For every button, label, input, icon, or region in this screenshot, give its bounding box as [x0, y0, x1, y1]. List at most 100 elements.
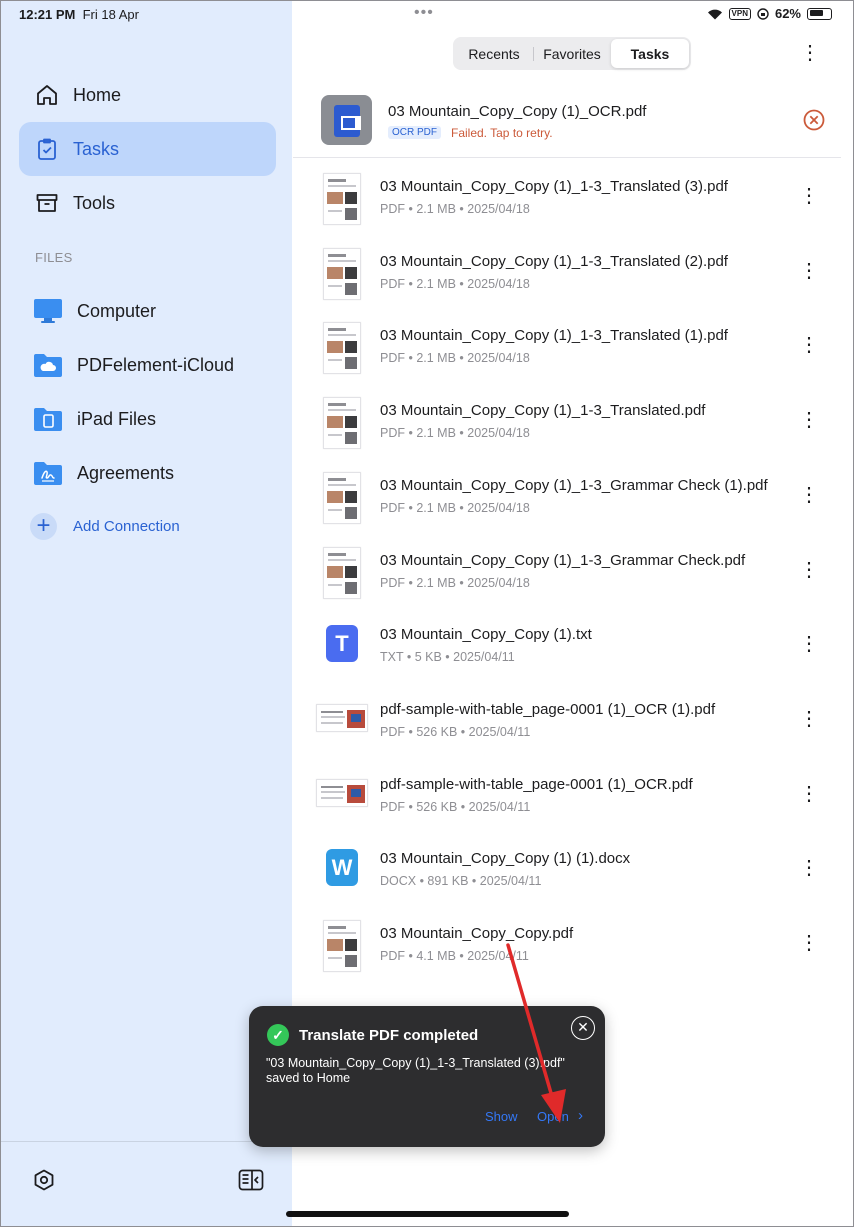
sidebar-item-agreements[interactable]: Agreements: [33, 455, 273, 491]
sidebar-item-label: iPad Files: [77, 409, 157, 429]
plus-icon: +: [30, 513, 57, 540]
more-options-icon[interactable]: ⋮: [799, 332, 819, 358]
more-options-icon[interactable]: ⋮: [799, 781, 819, 807]
file-row[interactable]: T 03 Mountain_Copy_Copy (1).txt TXT • 5 KB…: [293, 613, 841, 687]
tab-favorites[interactable]: Favorites: [533, 39, 611, 68]
file-meta: TXT • 5 KB • 2025/04/11: [380, 650, 515, 664]
file-row[interactable]: 03 Mountain_Copy_Copy.pdf PDF • 4.1 MB • …: [293, 912, 841, 986]
ipad-folder-icon: [34, 408, 62, 431]
sidebar-item-pdfelement-icloud[interactable]: PDFelement-iCloud: [33, 347, 273, 383]
sidebar-item-computer[interactable]: Computer: [33, 293, 273, 329]
file-meta: PDF • 2.1 MB • 2025/04/18: [380, 576, 530, 590]
file-meta: PDF • 526 KB • 2025/04/11: [380, 800, 531, 814]
pdf-thumbnail: [323, 173, 361, 225]
more-options-icon[interactable]: ⋮: [799, 706, 819, 732]
close-icon[interactable]: ✕: [571, 1016, 595, 1040]
more-options-icon[interactable]: ⋮: [799, 855, 819, 881]
show-button[interactable]: Show: [485, 1109, 518, 1124]
add-connection-button[interactable]: + Add Connection: [30, 513, 270, 541]
file-row[interactable]: 03 Mountain_Copy_Copy (1)_1-3_Translated…: [293, 240, 841, 314]
file-name: 03 Mountain_Copy_Copy (1)_1-3_Grammar Ch…: [380, 552, 746, 569]
pdf-thumbnail: [323, 248, 361, 300]
file-row[interactable]: 03 Mountain_Copy_Copy (1)_1-3_Translated…: [293, 389, 841, 463]
multitask-dots-icon[interactable]: •••: [414, 4, 434, 22]
orientation-lock-icon: [757, 7, 769, 20]
pdf-thumbnail: [323, 472, 361, 524]
sidebar-divider: [0, 1141, 292, 1142]
pdf-thumbnail: [323, 397, 361, 449]
wifi-icon: [707, 9, 722, 19]
view-tabs: Recents Favorites Tasks: [453, 37, 691, 70]
file-row[interactable]: W 03 Mountain_Copy_Copy (1) (1).docx DOCX …: [293, 837, 841, 911]
more-options-icon[interactable]: ⋮: [800, 40, 820, 66]
sidebar-item-label: Tools: [73, 192, 116, 213]
file-meta: DOCX • 891 KB • 2025/04/11: [380, 874, 542, 888]
file-meta: PDF • 4.1 MB • 2025/04/11: [380, 949, 529, 963]
file-row[interactable]: 03 Mountain_Copy_Copy (1)_1-3_Translated…: [293, 314, 841, 388]
pdf-thumbnail: [323, 920, 361, 972]
sidebar-item-label: PDFelement-iCloud: [77, 355, 235, 375]
sidebar-item-label: Home: [73, 84, 122, 105]
completion-toast: ✓ Translate PDF completed ✕ "03 Mountain…: [249, 1006, 605, 1147]
more-options-icon[interactable]: ⋮: [799, 930, 819, 956]
file-name: 03 Mountain_Copy_Copy.pdf: [380, 925, 574, 942]
file-name: 03 Mountain_Copy_Copy (1) (1).docx: [380, 850, 631, 867]
file-meta: PDF • 2.1 MB • 2025/04/18: [380, 501, 530, 515]
vpn-badge: VPN: [728, 7, 751, 20]
add-connection-label: Add Connection: [73, 518, 180, 535]
file-meta: PDF • 2.1 MB • 2025/04/18: [380, 202, 530, 216]
file-row[interactable]: 03 Mountain_Copy_Copy (1)_1-3_Grammar Ch…: [293, 464, 841, 538]
sidebar-item-tools[interactable]: Tools: [19, 176, 276, 230]
sidebar-item-label: Computer: [77, 301, 157, 321]
status-bar-right: VPN 62%: [707, 6, 832, 21]
more-options-icon[interactable]: ⋮: [799, 407, 819, 433]
docx-file-icon: W: [326, 849, 358, 886]
checkmark-icon: ✓: [267, 1024, 289, 1046]
more-options-icon[interactable]: ⋮: [799, 631, 819, 657]
file-row[interactable]: pdf-sample-with-table_page-0001 (1)_OCR …: [293, 688, 841, 762]
file-name: 03 Mountain_Copy_Copy (1).txt: [380, 626, 592, 643]
tools-icon: [36, 194, 58, 212]
files-section-header: FILES: [35, 250, 73, 265]
tasks-icon: [38, 138, 56, 160]
monitor-icon: [34, 299, 62, 323]
file-name: 03 Mountain_Copy_Copy (1)_1-3_Translated…: [380, 253, 728, 270]
chevron-right-icon[interactable]: ›: [578, 1107, 583, 1124]
toast-title: Translate PDF completed: [299, 1027, 479, 1044]
file-row[interactable]: 03 Mountain_Copy_Copy (1)_1-3_Grammar Ch…: [293, 539, 841, 613]
failed-status-text[interactable]: Failed. Tap to retry.: [451, 126, 553, 140]
more-options-icon[interactable]: ⋮: [799, 557, 819, 583]
sidebar-item-tasks[interactable]: Tasks: [19, 122, 276, 176]
txt-file-icon: T: [326, 625, 358, 662]
file-meta: PDF • 2.1 MB • 2025/04/18: [380, 277, 530, 291]
file-name: 03 Mountain_Copy_Copy (1)_OCR.pdf: [388, 103, 647, 120]
settings-icon[interactable]: [32, 1168, 56, 1192]
sidebar-toggle-icon[interactable]: [238, 1169, 264, 1191]
open-button[interactable]: Open: [537, 1109, 569, 1124]
sidebar-item-home[interactable]: Home: [19, 68, 276, 122]
file-meta: PDF • 2.1 MB • 2025/04/18: [380, 426, 530, 440]
home-icon: [37, 85, 57, 105]
file-name: 03 Mountain_Copy_Copy (1)_1-3_Translated…: [380, 402, 706, 419]
sidebar-item-label: Tasks: [73, 138, 120, 159]
pdf-thumbnail: [316, 704, 368, 732]
status-time: 12:21 PM Fri 18 Apr: [19, 7, 139, 22]
ocr-file-icon: [321, 95, 372, 145]
failed-task-row[interactable]: 03 Mountain_Copy_Copy (1)_OCR.pdf OCR PD…: [293, 90, 841, 158]
file-name: pdf-sample-with-table_page-0001 (1)_OCR.…: [380, 776, 693, 793]
error-retry-icon[interactable]: [803, 109, 825, 131]
file-row[interactable]: pdf-sample-with-table_page-0001 (1)_OCR.…: [293, 763, 841, 837]
sidebar-item-label: Agreements: [77, 463, 175, 483]
sidebar-item-ipad-files[interactable]: iPad Files: [33, 401, 273, 437]
file-name: 03 Mountain_Copy_Copy (1)_1-3_Translated…: [380, 178, 728, 195]
tab-tasks[interactable]: Tasks: [611, 39, 689, 68]
file-row[interactable]: 03 Mountain_Copy_Copy (1)_1-3_Translated…: [293, 165, 841, 239]
tab-recents[interactable]: Recents: [455, 39, 533, 68]
more-options-icon[interactable]: ⋮: [799, 258, 819, 284]
more-options-icon[interactable]: ⋮: [799, 183, 819, 209]
more-options-icon[interactable]: ⋮: [799, 482, 819, 508]
file-name: pdf-sample-with-table_page-0001 (1)_OCR …: [380, 701, 716, 718]
file-name: 03 Mountain_Copy_Copy (1)_1-3_Grammar Ch…: [380, 477, 768, 494]
task-type-badge: OCR PDF: [388, 126, 441, 139]
cloud-folder-icon: [34, 354, 62, 377]
